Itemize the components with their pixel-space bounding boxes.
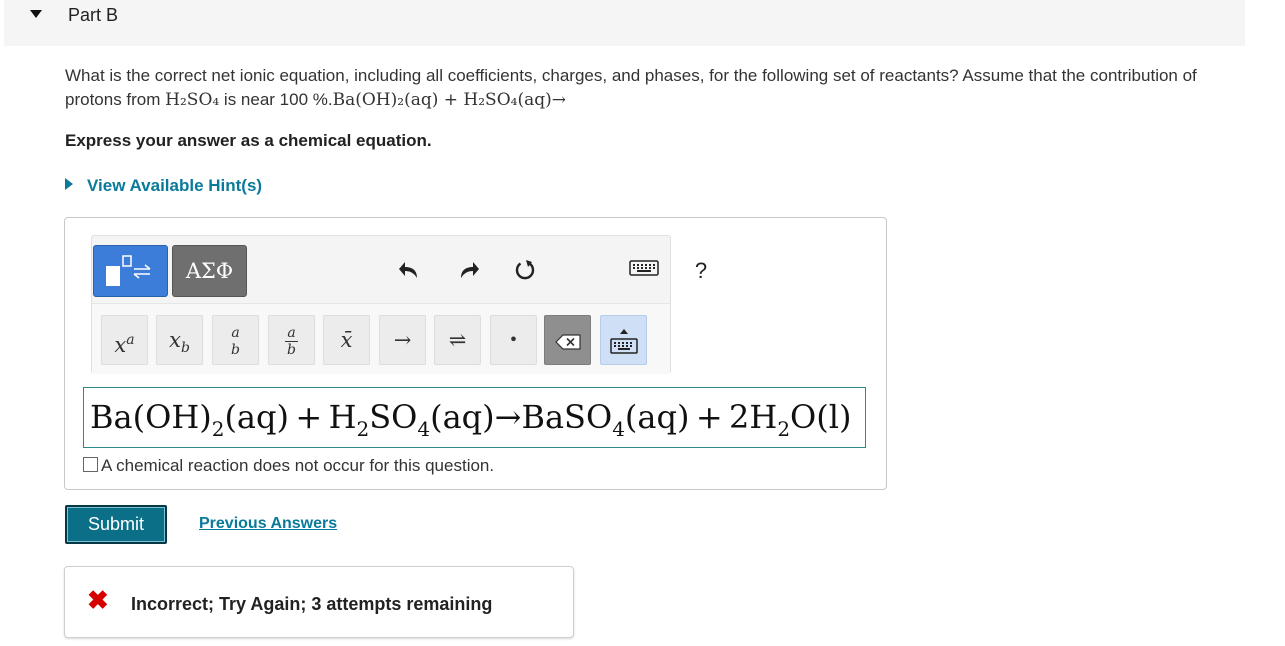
eq-part: (aq) + H [224, 398, 357, 436]
no-reaction-checkbox[interactable] [83, 457, 98, 472]
expand-caret-icon [65, 178, 73, 190]
eq-subscript: 4 [417, 417, 431, 441]
subscript-sub: b [180, 340, 190, 357]
greek-symbols-button[interactable]: ΑΣΦ [172, 245, 247, 297]
stacked-symbol: ab [229, 325, 241, 358]
no-reaction-option[interactable]: A chemical reaction does not occur for t… [83, 456, 494, 476]
fraction-button[interactable]: ab [268, 315, 315, 365]
submit-button[interactable]: Submit [65, 505, 167, 544]
backspace-icon [554, 333, 581, 350]
reset-icon[interactable] [511, 258, 539, 284]
math-toolbar: ΑΣΦ ? xa xb ab ab x̄ → ⇌ • [91, 235, 707, 374]
fraction-denominator: b [287, 342, 296, 358]
eq-part: Ba(OH) [90, 398, 212, 436]
delete-button[interactable] [544, 315, 591, 365]
virtual-keyboard-button[interactable] [600, 315, 647, 365]
keyboard-toggle-icon [609, 328, 638, 354]
question-text: What is the correct net ionic equation, … [65, 64, 1245, 112]
part-header[interactable]: Part B [4, 0, 1245, 46]
help-icon[interactable]: ? [687, 258, 715, 284]
fraction-symbol: ab [285, 325, 298, 358]
incorrect-x-icon: ✖ [87, 585, 109, 615]
reaction-arrow-button[interactable]: → [379, 315, 426, 365]
templates-icon [106, 255, 151, 286]
redo-icon[interactable] [455, 258, 483, 284]
superscript-exp: a [126, 332, 135, 348]
stacked-top: a [231, 325, 240, 341]
superscript-button[interactable]: xa [101, 315, 148, 365]
equilibrium-arrow-button[interactable]: ⇌ [434, 315, 481, 365]
undo-icon[interactable] [395, 258, 423, 284]
feedback-box: ✖ Incorrect; Try Again; 3 attempts remai… [64, 566, 574, 638]
answer-box: ΑΣΦ ? xa xb ab ab x̄ → ⇌ • Ba(OH)2(aq) +… [64, 217, 887, 490]
toolbar-row-top: ΑΣΦ ? [92, 236, 707, 302]
eq-subscript: 2 [777, 417, 791, 441]
eq-subscript: 2 [211, 417, 225, 441]
stacked-button[interactable]: ab [212, 315, 259, 365]
overline-button[interactable]: x̄ [323, 315, 370, 365]
eq-part: (aq) + 2H [624, 398, 778, 436]
eq-part: (aq)→BaSO [430, 398, 613, 436]
dot-button[interactable]: • [490, 315, 537, 365]
fraction-numerator: a [285, 325, 298, 342]
question-formula: H₂SO₄ [165, 90, 220, 110]
keyboard-icon[interactable] [628, 258, 660, 284]
view-hints-link[interactable]: View Available Hint(s) [65, 176, 262, 196]
no-reaction-label: A chemical reaction does not occur for t… [101, 456, 495, 475]
question-reactants: Ba(OH)₂(aq) + H₂SO₄(aq)→ [332, 90, 566, 110]
equation-input[interactable]: Ba(OH)2(aq) + H2SO4(aq)→BaSO4(aq) + 2H2O… [83, 387, 866, 448]
collapse-caret-icon[interactable] [30, 10, 42, 18]
subscript-button[interactable]: xb [156, 315, 203, 365]
instruction: Express your answer as a chemical equati… [65, 131, 432, 150]
part-title: Part B [68, 5, 119, 25]
feedback-message: Incorrect; Try Again; 3 attempts remaini… [131, 594, 493, 614]
stacked-bottom: b [231, 342, 240, 358]
question-text-2: is near 100 %. [219, 90, 333, 109]
previous-answers-link[interactable]: Previous Answers [199, 515, 337, 533]
toolbar-row-templates: xa xb ab ab x̄ → ⇌ • [92, 303, 670, 374]
subscript-base: x [169, 328, 181, 352]
eq-subscript: 2 [356, 417, 370, 441]
templates-mode-button[interactable] [93, 245, 168, 297]
superscript-base: x [114, 333, 127, 357]
eq-part: O(l) [790, 398, 852, 436]
hints-label: View Available Hint(s) [87, 176, 263, 195]
eq-subscript: 4 [612, 417, 625, 441]
eq-part: SO [369, 398, 418, 436]
